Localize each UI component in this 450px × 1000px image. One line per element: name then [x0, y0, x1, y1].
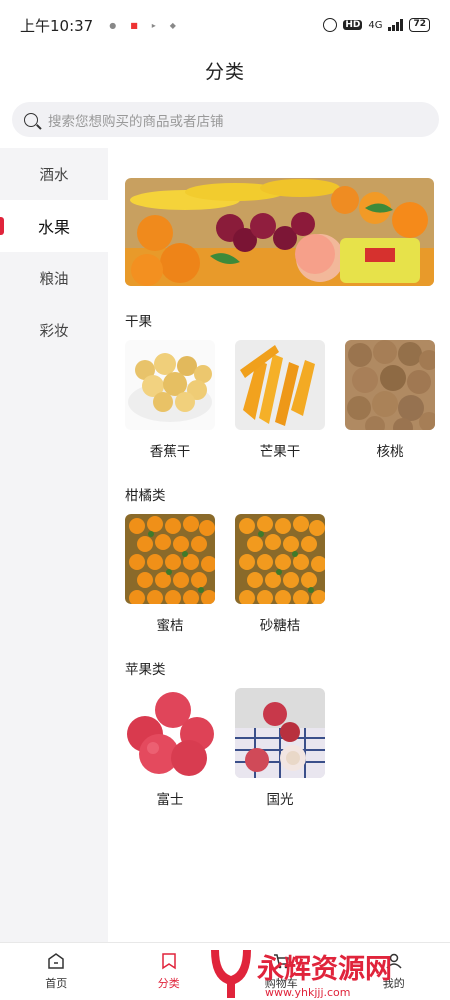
- banana-chips-image: [125, 340, 215, 430]
- product-name: 国光: [266, 792, 294, 808]
- walnut-image: [345, 340, 435, 430]
- search-icon: [24, 112, 38, 127]
- signal-icon: [388, 19, 404, 31]
- alarm-icon: [323, 18, 338, 32]
- section-title-citrus: 柑橘类: [125, 488, 166, 504]
- sidebar-item-wine[interactable]: 酒水: [0, 148, 108, 200]
- section-title-dried-fruit: 干果: [125, 314, 152, 330]
- fruit-banner-image[interactable]: [125, 178, 434, 286]
- product-name: 蜜桔: [156, 618, 184, 634]
- dried-mango-image: [235, 340, 325, 430]
- product-grid: 蜜桔 砂糖桔: [125, 514, 450, 634]
- home-icon: [48, 953, 64, 969]
- notification-icon: ▸: [151, 20, 156, 30]
- product-sugar-orange[interactable]: 砂糖桔: [235, 514, 325, 634]
- hd-icon: HD: [343, 20, 363, 30]
- notification-icon: ◆: [169, 20, 176, 30]
- network-type: 4G: [368, 19, 383, 31]
- tangerine-box-image: [125, 514, 215, 604]
- status-bar: 上午10:37 ● ■ ▸ ◆ HD 4G 72: [0, 0, 450, 50]
- nav-label: 首页: [45, 977, 68, 990]
- notification-icons: ● ■ ▸ ◆: [109, 21, 176, 30]
- product-banana-chips[interactable]: 香蕉干: [125, 340, 215, 460]
- product-name: 富士: [156, 792, 184, 808]
- sidebar-item-fruit[interactable]: 水果: [0, 200, 108, 252]
- sidebar-item-label: 彩妆: [39, 323, 69, 340]
- product-name: 芒果干: [259, 444, 301, 460]
- notification-icon: ●: [109, 20, 117, 30]
- nav-label: 分类: [157, 977, 180, 990]
- product-name: 砂糖桔: [259, 618, 301, 634]
- sidebar-item-label: 水果: [37, 218, 70, 237]
- section-title-apples: 苹果类: [125, 662, 166, 678]
- sugar-orange-image: [235, 514, 325, 604]
- product-guoguang[interactable]: 国光: [235, 688, 325, 808]
- product-tangerine[interactable]: 蜜桔: [125, 514, 215, 634]
- status-time: 上午10:37: [20, 16, 94, 35]
- sidebar-item-label: 酒水: [39, 167, 69, 184]
- product-grid: 富士 国光: [125, 688, 450, 808]
- product-name: 香蕉干: [149, 444, 191, 460]
- battery-icon: 72: [409, 18, 430, 32]
- sidebar-item-cosmetics[interactable]: 彩妆: [0, 304, 108, 356]
- fuji-apple-image: [125, 688, 215, 778]
- category-content: 干果 香蕉干 芒果干 核桃 柑橘类 蜜桔 砂糖桔 苹果类 富士 国光: [108, 148, 450, 942]
- watermark-text: 永辉资源网: [256, 954, 392, 985]
- watermark-url: www.yhkjjj.com: [265, 986, 351, 999]
- product-name: 核桃: [376, 444, 404, 460]
- page-title: 分类: [204, 60, 245, 83]
- sidebar-item-grain-oil[interactable]: 粮油: [0, 252, 108, 304]
- product-walnut[interactable]: 核桃: [345, 340, 435, 460]
- page-header: 分类: [0, 50, 450, 90]
- product-grid: 香蕉干 芒果干 核桃: [125, 340, 450, 460]
- bookmark-icon: [162, 953, 176, 970]
- sidebar-item-label: 粮油: [39, 271, 69, 288]
- category-sidebar: 酒水 水果 粮油 彩妆: [0, 148, 108, 942]
- guoguang-apple-image: [235, 688, 325, 778]
- notification-icon: ■: [130, 20, 138, 30]
- product-fuji[interactable]: 富士: [125, 688, 215, 808]
- search-bar[interactable]: 搜索您想购买的商品或者店铺: [12, 102, 439, 137]
- product-dried-mango[interactable]: 芒果干: [235, 340, 325, 460]
- watermark: 永辉资源网 www.yhkjjj.com: [205, 940, 445, 1000]
- nav-home[interactable]: 首页: [0, 943, 113, 1000]
- status-right: HD 4G 72: [323, 18, 430, 32]
- search-placeholder: 搜索您想购买的商品或者店铺: [48, 113, 224, 130]
